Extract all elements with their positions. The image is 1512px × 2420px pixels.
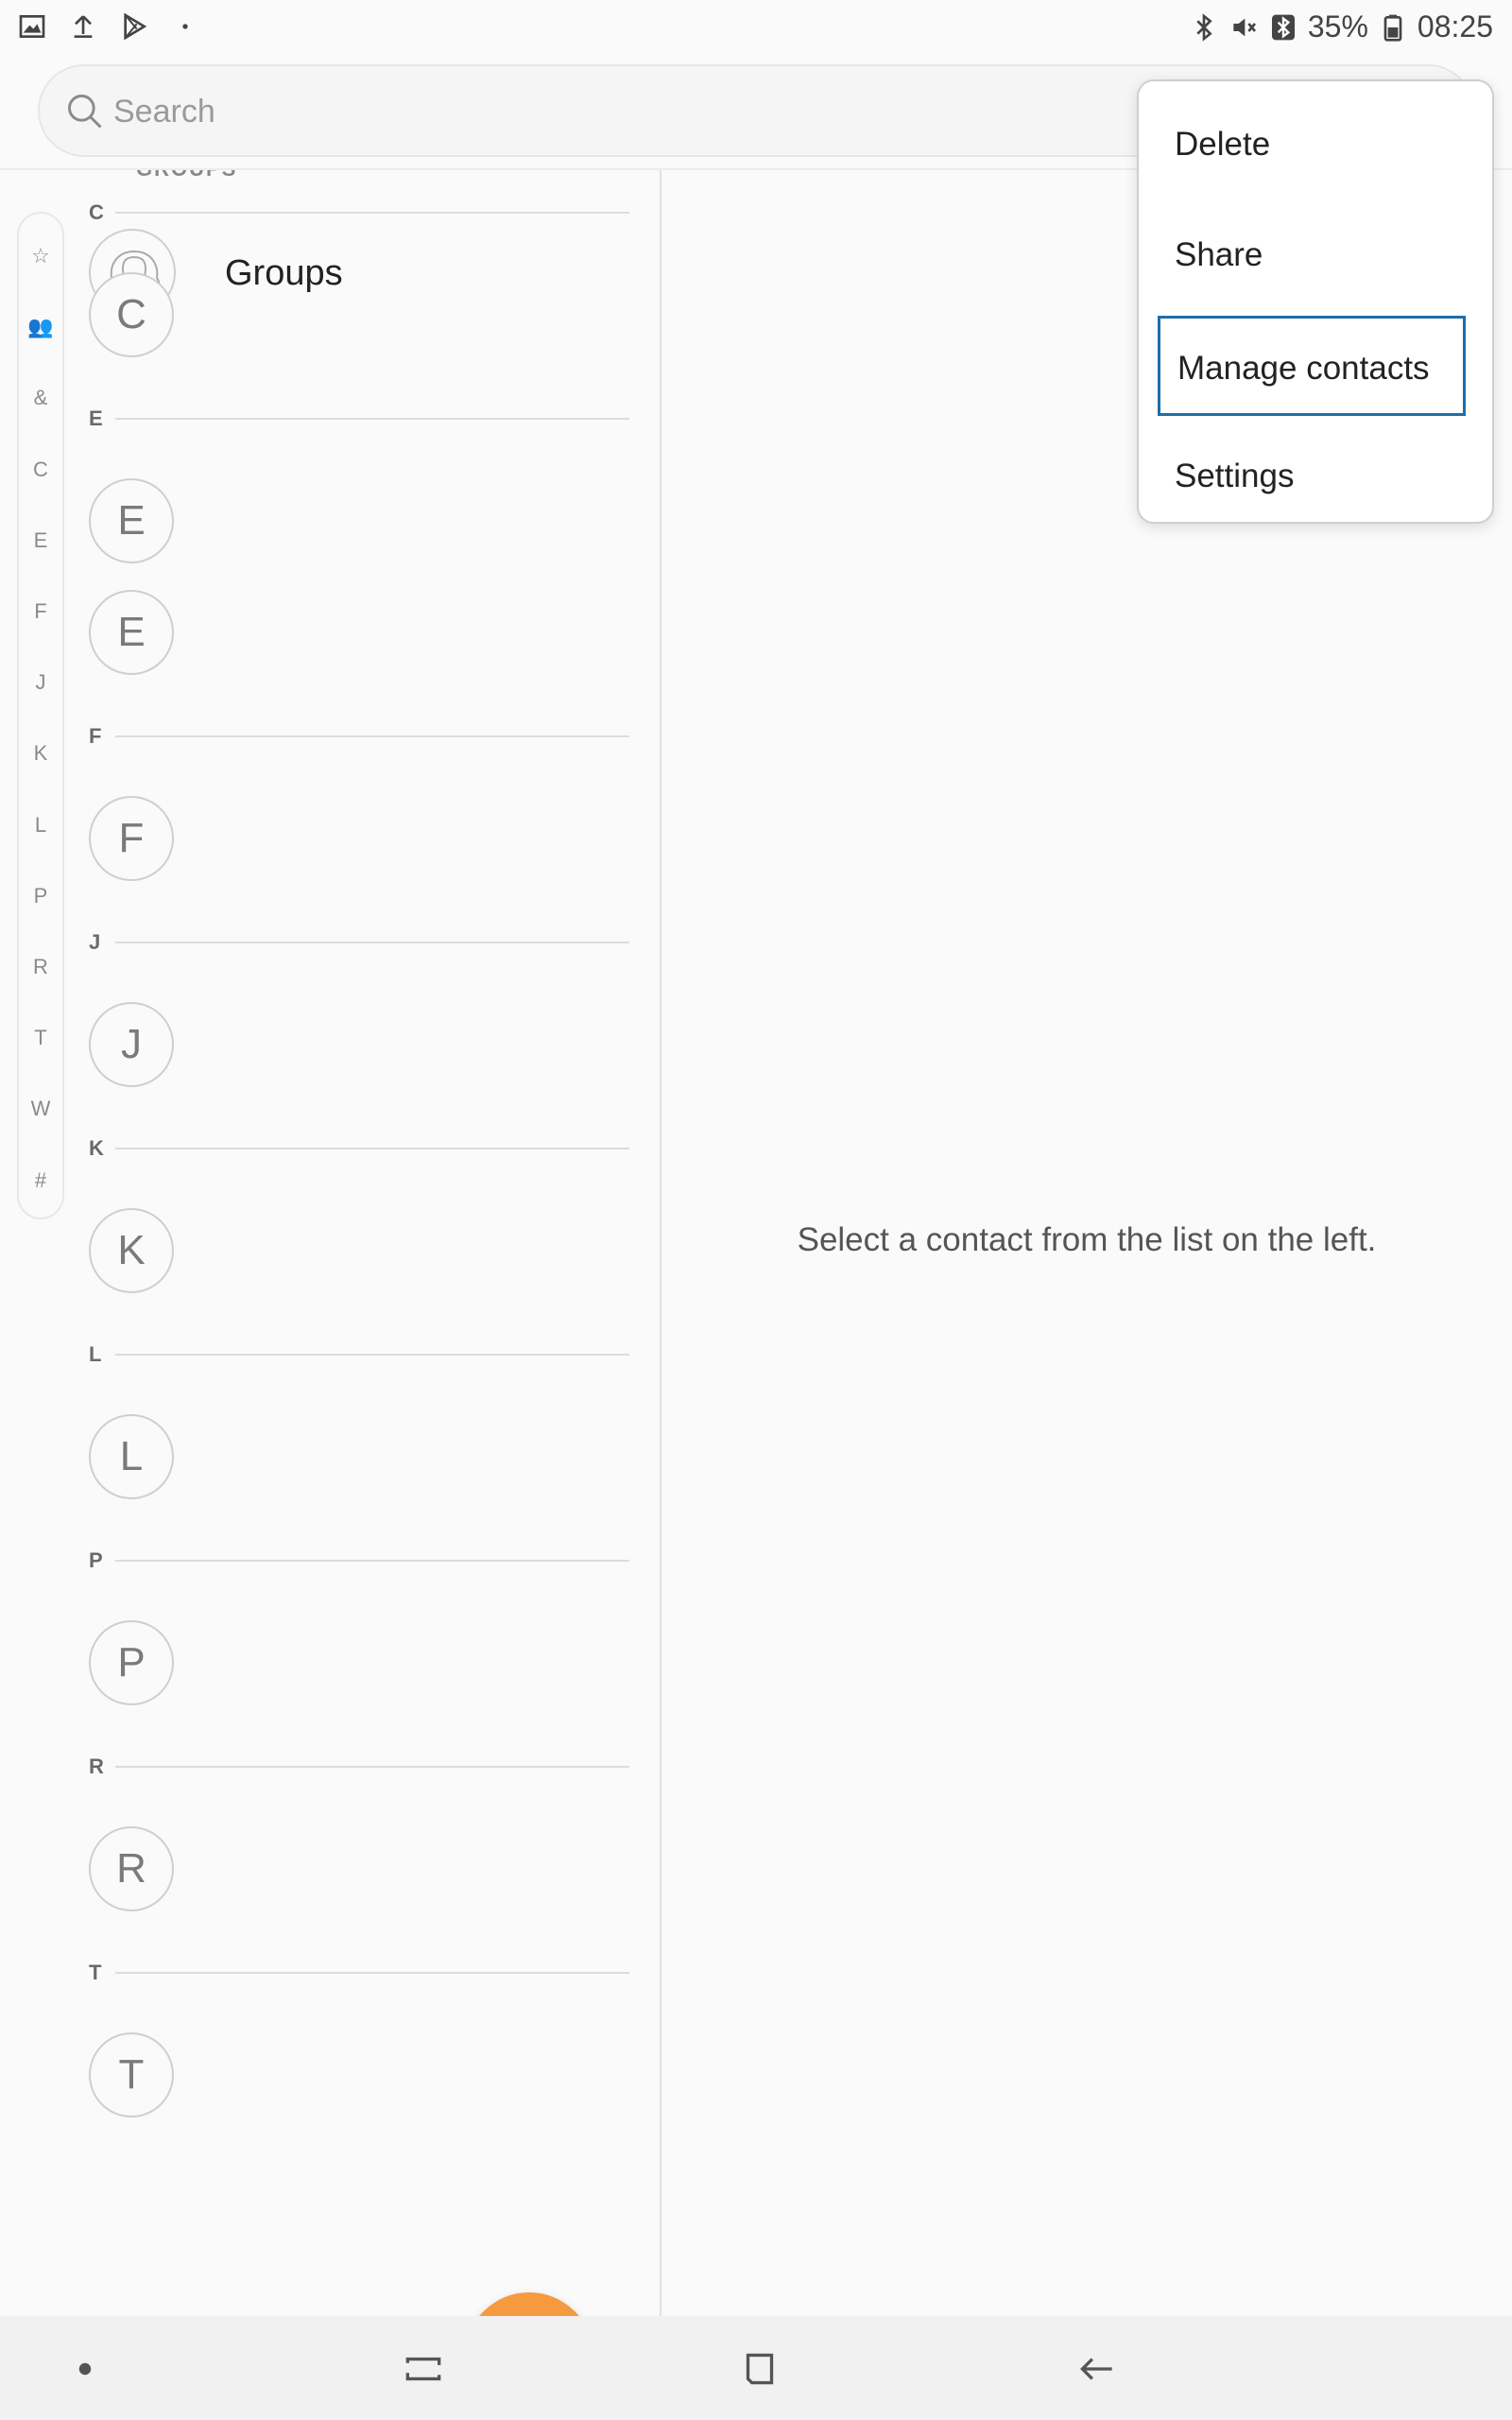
clock: 08:25 xyxy=(1417,9,1493,43)
contact-list[interactable]: GROUPS ☆👥&CEFJKLPRTW# Groups CCEEEFFJJKK… xyxy=(0,170,660,2316)
index-scrollbar[interactable]: ☆ 👥 & C E F J K L P R T W # xyxy=(17,212,64,1219)
menu-item-delete[interactable]: Delete xyxy=(1158,95,1466,195)
back-icon[interactable] xyxy=(1070,2342,1123,2395)
section-divider xyxy=(115,942,629,943)
contact-avatar[interactable]: F xyxy=(89,796,174,881)
recents-icon[interactable] xyxy=(397,2342,450,2395)
contact-avatar[interactable]: K xyxy=(89,1208,174,1293)
index-item[interactable]: & xyxy=(19,386,62,410)
search-input[interactable] xyxy=(113,83,1153,140)
section-header: P xyxy=(89,1548,629,1577)
section-divider xyxy=(115,1766,629,1768)
index-item[interactable]: F xyxy=(19,599,62,624)
bluetooth-icon xyxy=(1189,12,1219,43)
section-letter: K xyxy=(89,1136,104,1160)
contact-avatar[interactable]: J xyxy=(89,1002,174,1087)
home-dot-icon[interactable] xyxy=(59,2342,112,2395)
status-bar: 35% 08:25 xyxy=(0,0,1512,55)
battery-percent: 35% xyxy=(1307,9,1368,43)
section-divider xyxy=(115,735,629,737)
add-contact-button[interactable] xyxy=(465,2292,593,2316)
index-item[interactable]: E xyxy=(19,528,62,553)
contact-avatar[interactable]: E xyxy=(89,590,174,675)
dot-icon xyxy=(170,11,200,42)
groups-header-icon xyxy=(91,170,125,182)
index-item[interactable]: L xyxy=(19,813,62,838)
section-divider xyxy=(115,1972,629,1974)
index-item[interactable]: J xyxy=(19,670,62,695)
index-item[interactable]: # xyxy=(19,1168,62,1193)
upload-icon xyxy=(68,11,98,42)
menu-item-settings[interactable]: Settings xyxy=(1158,426,1466,527)
contact-avatar[interactable]: E xyxy=(89,478,174,563)
section-letter: E xyxy=(89,406,103,430)
empty-detail-message: Select a contact from the list on the le… xyxy=(797,1221,1377,1258)
section-header: J xyxy=(89,930,629,959)
navigation-bar xyxy=(0,2316,1512,2420)
index-item[interactable]: T xyxy=(19,1026,62,1050)
section-letter: L xyxy=(89,1342,102,1366)
section-header: K xyxy=(89,1136,629,1165)
gallery-icon xyxy=(17,11,47,42)
menu-item-share[interactable]: Share xyxy=(1158,205,1466,305)
section-letter: P xyxy=(89,1548,103,1572)
index-item[interactable]: C xyxy=(19,458,62,482)
mute-icon xyxy=(1228,12,1259,43)
section-divider xyxy=(115,212,629,214)
section-divider xyxy=(115,1354,629,1356)
contact-avatar[interactable]: L xyxy=(89,1414,174,1499)
menu-item-manage-contacts[interactable]: Manage contacts xyxy=(1158,316,1466,416)
index-item[interactable]: R xyxy=(19,955,62,979)
section-header: F xyxy=(89,724,629,752)
section-letter: F xyxy=(89,724,102,748)
groups-section-label: GROUPS xyxy=(136,170,237,182)
search-icon xyxy=(68,95,102,129)
bluetooth-connected-icon xyxy=(1268,12,1298,43)
section-letter: C xyxy=(89,200,104,224)
index-item[interactable]: 👥 xyxy=(19,315,62,339)
index-item[interactable]: W xyxy=(19,1097,62,1121)
section-header: E xyxy=(89,406,629,435)
contact-avatar[interactable]: R xyxy=(89,1826,174,1911)
section-header: R xyxy=(89,1754,629,1783)
section-divider xyxy=(115,1148,629,1150)
section-divider xyxy=(115,1560,629,1562)
contact-avatar[interactable]: C xyxy=(89,272,174,357)
section-header: T xyxy=(89,1961,629,1989)
status-bar-notifications xyxy=(17,11,200,42)
overflow-menu: Delete Share Manage contacts Settings xyxy=(1137,79,1494,524)
section-letter: T xyxy=(89,1961,102,1984)
overview-icon[interactable] xyxy=(733,2342,786,2395)
play-store-icon xyxy=(119,11,149,42)
index-item[interactable]: P xyxy=(19,884,62,908)
battery-icon xyxy=(1378,12,1408,43)
index-item[interactable]: ☆ xyxy=(19,244,62,268)
section-letter: R xyxy=(89,1754,104,1778)
section-divider xyxy=(115,418,629,420)
section-header: L xyxy=(89,1342,629,1371)
section-letter: J xyxy=(89,930,101,954)
index-item[interactable]: K xyxy=(19,741,62,766)
contact-avatar[interactable]: P xyxy=(89,1620,174,1705)
contact-avatar[interactable]: T xyxy=(89,2032,174,2118)
section-header: C xyxy=(89,200,629,229)
groups-item-label: Groups xyxy=(225,253,343,293)
status-bar-system: 35% 08:25 xyxy=(1189,9,1493,44)
